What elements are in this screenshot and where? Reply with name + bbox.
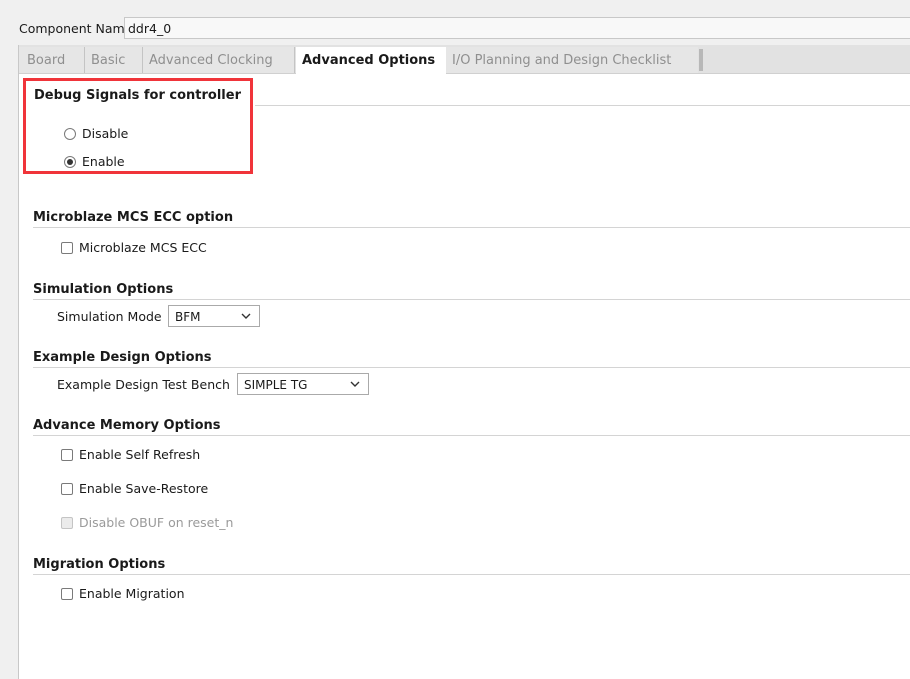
example-bench-value: SIMPLE TG — [244, 378, 308, 392]
simulation-section-title: Simulation Options — [33, 282, 174, 297]
microblaze-ecc-checkbox[interactable] — [61, 241, 73, 254]
debug-disable-radio[interactable] — [64, 127, 76, 140]
save-restore-checkbox[interactable] — [61, 482, 73, 495]
disable-obuf-option: Disable OBUF on reset_n — [61, 515, 233, 530]
advance-memory-separator — [33, 435, 910, 436]
example-separator — [33, 367, 910, 368]
tab-strip: Board Basic Advanced Clocking Advanced O… — [19, 45, 910, 74]
self-refresh-option[interactable]: Enable Self Refresh — [61, 447, 200, 462]
debug-enable-label: Enable — [82, 154, 125, 169]
disable-obuf-checkbox — [61, 516, 73, 529]
advanced-options-content: Debug Signals for controller Disable Ena… — [19, 74, 910, 679]
enable-migration-option[interactable]: Enable Migration — [61, 586, 185, 601]
microblaze-section-title: Microblaze MCS ECC option — [33, 210, 234, 225]
microblaze-ecc-option[interactable]: Microblaze MCS ECC — [61, 240, 207, 255]
save-restore-option[interactable]: Enable Save-Restore — [61, 481, 208, 496]
migration-section-title: Migration Options — [33, 557, 166, 572]
debug-enable-radio[interactable] — [64, 155, 76, 168]
disable-obuf-label: Disable OBUF on reset_n — [79, 515, 234, 530]
debug-separator — [255, 105, 910, 106]
enable-migration-label: Enable Migration — [79, 586, 185, 601]
self-refresh-checkbox[interactable] — [61, 448, 73, 461]
simulation-mode-value: BFM — [175, 310, 201, 324]
chevron-down-icon — [241, 313, 251, 319]
debug-disable-label: Disable — [82, 126, 129, 141]
tab-io-planning[interactable]: I/O Planning and Design Checklist — [446, 47, 698, 73]
component-name-row: Component Name — [0, 0, 910, 44]
microblaze-ecc-label: Microblaze MCS ECC — [79, 240, 207, 255]
tab-strip-end — [699, 49, 703, 71]
debug-section-title: Debug Signals for controller — [34, 88, 241, 103]
self-refresh-label: Enable Self Refresh — [79, 447, 201, 462]
example-section-title: Example Design Options — [33, 350, 212, 365]
save-restore-label: Enable Save-Restore — [79, 481, 209, 496]
simulation-mode-label: Simulation Mode — [57, 309, 162, 324]
microblaze-separator — [33, 227, 910, 228]
debug-enable-option[interactable]: Enable — [64, 154, 125, 169]
component-name-input[interactable] — [124, 17, 910, 39]
options-panel: Board Basic Advanced Clocking Advanced O… — [18, 45, 910, 679]
enable-migration-checkbox[interactable] — [61, 587, 73, 600]
simulation-mode-select[interactable]: BFM — [168, 305, 260, 327]
component-name-label: Component Name — [19, 21, 133, 36]
tab-board[interactable]: Board — [19, 47, 85, 73]
chevron-down-icon — [350, 381, 360, 387]
migration-separator — [33, 574, 910, 575]
tab-advanced-options[interactable]: Advanced Options — [296, 47, 446, 74]
example-bench-select[interactable]: SIMPLE TG — [237, 373, 369, 395]
debug-disable-option[interactable]: Disable — [64, 126, 128, 141]
tab-basic[interactable]: Basic — [85, 47, 143, 73]
simulation-separator — [33, 299, 910, 300]
example-bench-label: Example Design Test Bench — [57, 377, 230, 392]
tab-advanced-clocking[interactable]: Advanced Clocking — [143, 47, 295, 73]
advance-memory-section-title: Advance Memory Options — [33, 418, 221, 433]
